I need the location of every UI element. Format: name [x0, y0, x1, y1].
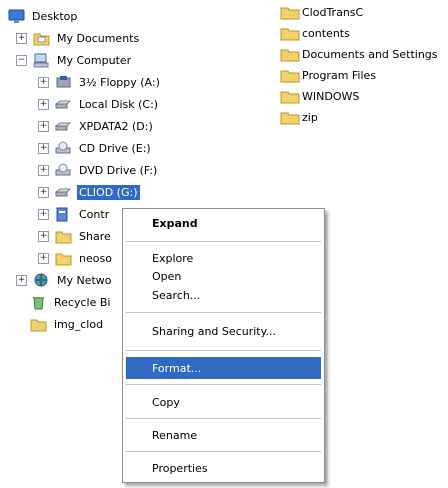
menu-separator: [126, 241, 321, 242]
file-name: ClodTransC: [302, 6, 364, 19]
tree-label: CD Drive (E:): [79, 141, 151, 155]
expand-toggle[interactable]: +: [38, 76, 49, 88]
floppy-drive-icon: [56, 75, 71, 87]
menu-separator: [126, 350, 321, 351]
file-name: Documents and Settings: [302, 48, 438, 61]
tree-item-local-disk[interactable]: + Local Disk (C:): [38, 93, 160, 115]
tree-label: Recycle Bi: [54, 295, 111, 309]
expand-toggle[interactable]: +: [38, 208, 49, 220]
cd-drive-icon: [55, 141, 71, 153]
tree-label: neoso: [79, 251, 112, 265]
menu-item-rename[interactable]: Rename: [126, 424, 321, 446]
menu-item-expand[interactable]: Expand: [126, 212, 321, 234]
expand-toggle[interactable]: +: [38, 164, 49, 176]
file-name: zip: [302, 111, 318, 124]
tree-item-cd-drive[interactable]: + CD Drive (E:): [38, 137, 153, 159]
tree-label: Contr: [79, 207, 110, 221]
file-item[interactable]: ClodTransC: [280, 2, 363, 23]
computer-icon: [33, 53, 49, 67]
tree-item-my-documents[interactable]: + My Documents: [16, 27, 141, 49]
folder-icon: [55, 253, 72, 265]
tree-label: Desktop: [32, 9, 78, 23]
tree-label-selected: CLIOD (G:): [77, 184, 140, 200]
folder-icon: [280, 91, 300, 104]
tree-item-img-clod[interactable]: img_clod: [30, 313, 105, 335]
expand-toggle[interactable]: +: [16, 32, 27, 44]
menu-item-format[interactable]: Format...: [126, 357, 321, 379]
expand-toggle[interactable]: +: [38, 98, 49, 110]
tree-label: Share: [79, 229, 111, 243]
tree-label: My Documents: [57, 31, 140, 45]
expand-toggle[interactable]: +: [38, 252, 49, 264]
tree-label: My Netwo: [57, 273, 112, 287]
dvd-drive-icon: [55, 163, 71, 175]
expand-toggle[interactable]: +: [38, 230, 49, 242]
file-name: Program Files: [302, 69, 377, 82]
network-icon: [34, 273, 48, 286]
folder-icon: [280, 7, 300, 20]
tree-label: 3½ Floppy (A:): [79, 75, 160, 89]
tree-item-shared[interactable]: + Share: [38, 225, 113, 247]
file-item[interactable]: Program Files: [280, 65, 376, 86]
menu-item-sharing-security[interactable]: Sharing and Security...: [126, 320, 321, 342]
context-menu: Expand Explore Open Search... Sharing an…: [122, 208, 325, 483]
folder-icon: [280, 28, 300, 41]
tree-item-recycle-bin[interactable]: Recycle Bi: [30, 291, 112, 313]
menu-separator: [126, 312, 321, 313]
folder-icon: [55, 231, 72, 243]
tree-item-clod-drive[interactable]: + CLIOD (G:): [38, 181, 140, 203]
tree-label: DVD Drive (F:): [79, 163, 158, 177]
menu-separator: [126, 451, 321, 452]
tree-label: img_clod: [54, 317, 104, 331]
menu-separator: [126, 384, 321, 385]
folder-icon: [280, 49, 300, 62]
expand-toggle[interactable]: +: [16, 274, 27, 286]
tree-item-my-network[interactable]: + My Netwo: [16, 269, 114, 291]
hard-drive-icon: [55, 100, 72, 108]
folder-icon: [280, 112, 300, 125]
folder-icon: [280, 70, 300, 83]
expand-toggle[interactable]: +: [38, 120, 49, 132]
file-item[interactable]: zip: [280, 107, 318, 128]
removable-drive-icon: [55, 188, 72, 196]
tree-label: XPDATA2 (D:): [79, 119, 153, 133]
file-item[interactable]: WINDOWS: [280, 86, 359, 107]
desktop-icon: [8, 9, 25, 23]
file-item[interactable]: Documents and Settings: [280, 44, 438, 65]
folder-icon: [30, 319, 47, 331]
hard-drive-icon: [55, 122, 72, 130]
menu-separator: [126, 418, 321, 419]
tree-label: Local Disk (C:): [79, 97, 159, 111]
recycle-bin-icon: [33, 296, 44, 309]
tree-item-floppy[interactable]: + 3½ Floppy (A:): [38, 71, 162, 93]
control-panel-icon: [56, 207, 68, 221]
tree-item-control-panel[interactable]: + Contr: [38, 203, 111, 225]
menu-item-search[interactable]: Search...: [126, 284, 321, 306]
tree-item-neoso[interactable]: + neoso: [38, 247, 114, 269]
menu-item-properties[interactable]: Properties: [126, 457, 321, 479]
expand-toggle[interactable]: +: [38, 186, 49, 198]
menu-item-copy[interactable]: Copy: [126, 391, 321, 413]
tree-item-xpdata2[interactable]: + XPDATA2 (D:): [38, 115, 155, 137]
file-name: WINDOWS: [302, 90, 360, 103]
collapse-toggle[interactable]: −: [16, 54, 27, 66]
tree-item-my-computer[interactable]: − My Computer: [16, 49, 133, 71]
tree-item-dvd-drive[interactable]: + DVD Drive (F:): [38, 159, 159, 181]
expand-toggle[interactable]: +: [38, 142, 49, 154]
documents-folder-icon: [33, 33, 50, 45]
tree-item-desktop[interactable]: Desktop: [8, 5, 79, 27]
tree-label: My Computer: [57, 53, 132, 67]
file-name: contents: [302, 27, 350, 40]
file-item[interactable]: contents: [280, 23, 350, 44]
